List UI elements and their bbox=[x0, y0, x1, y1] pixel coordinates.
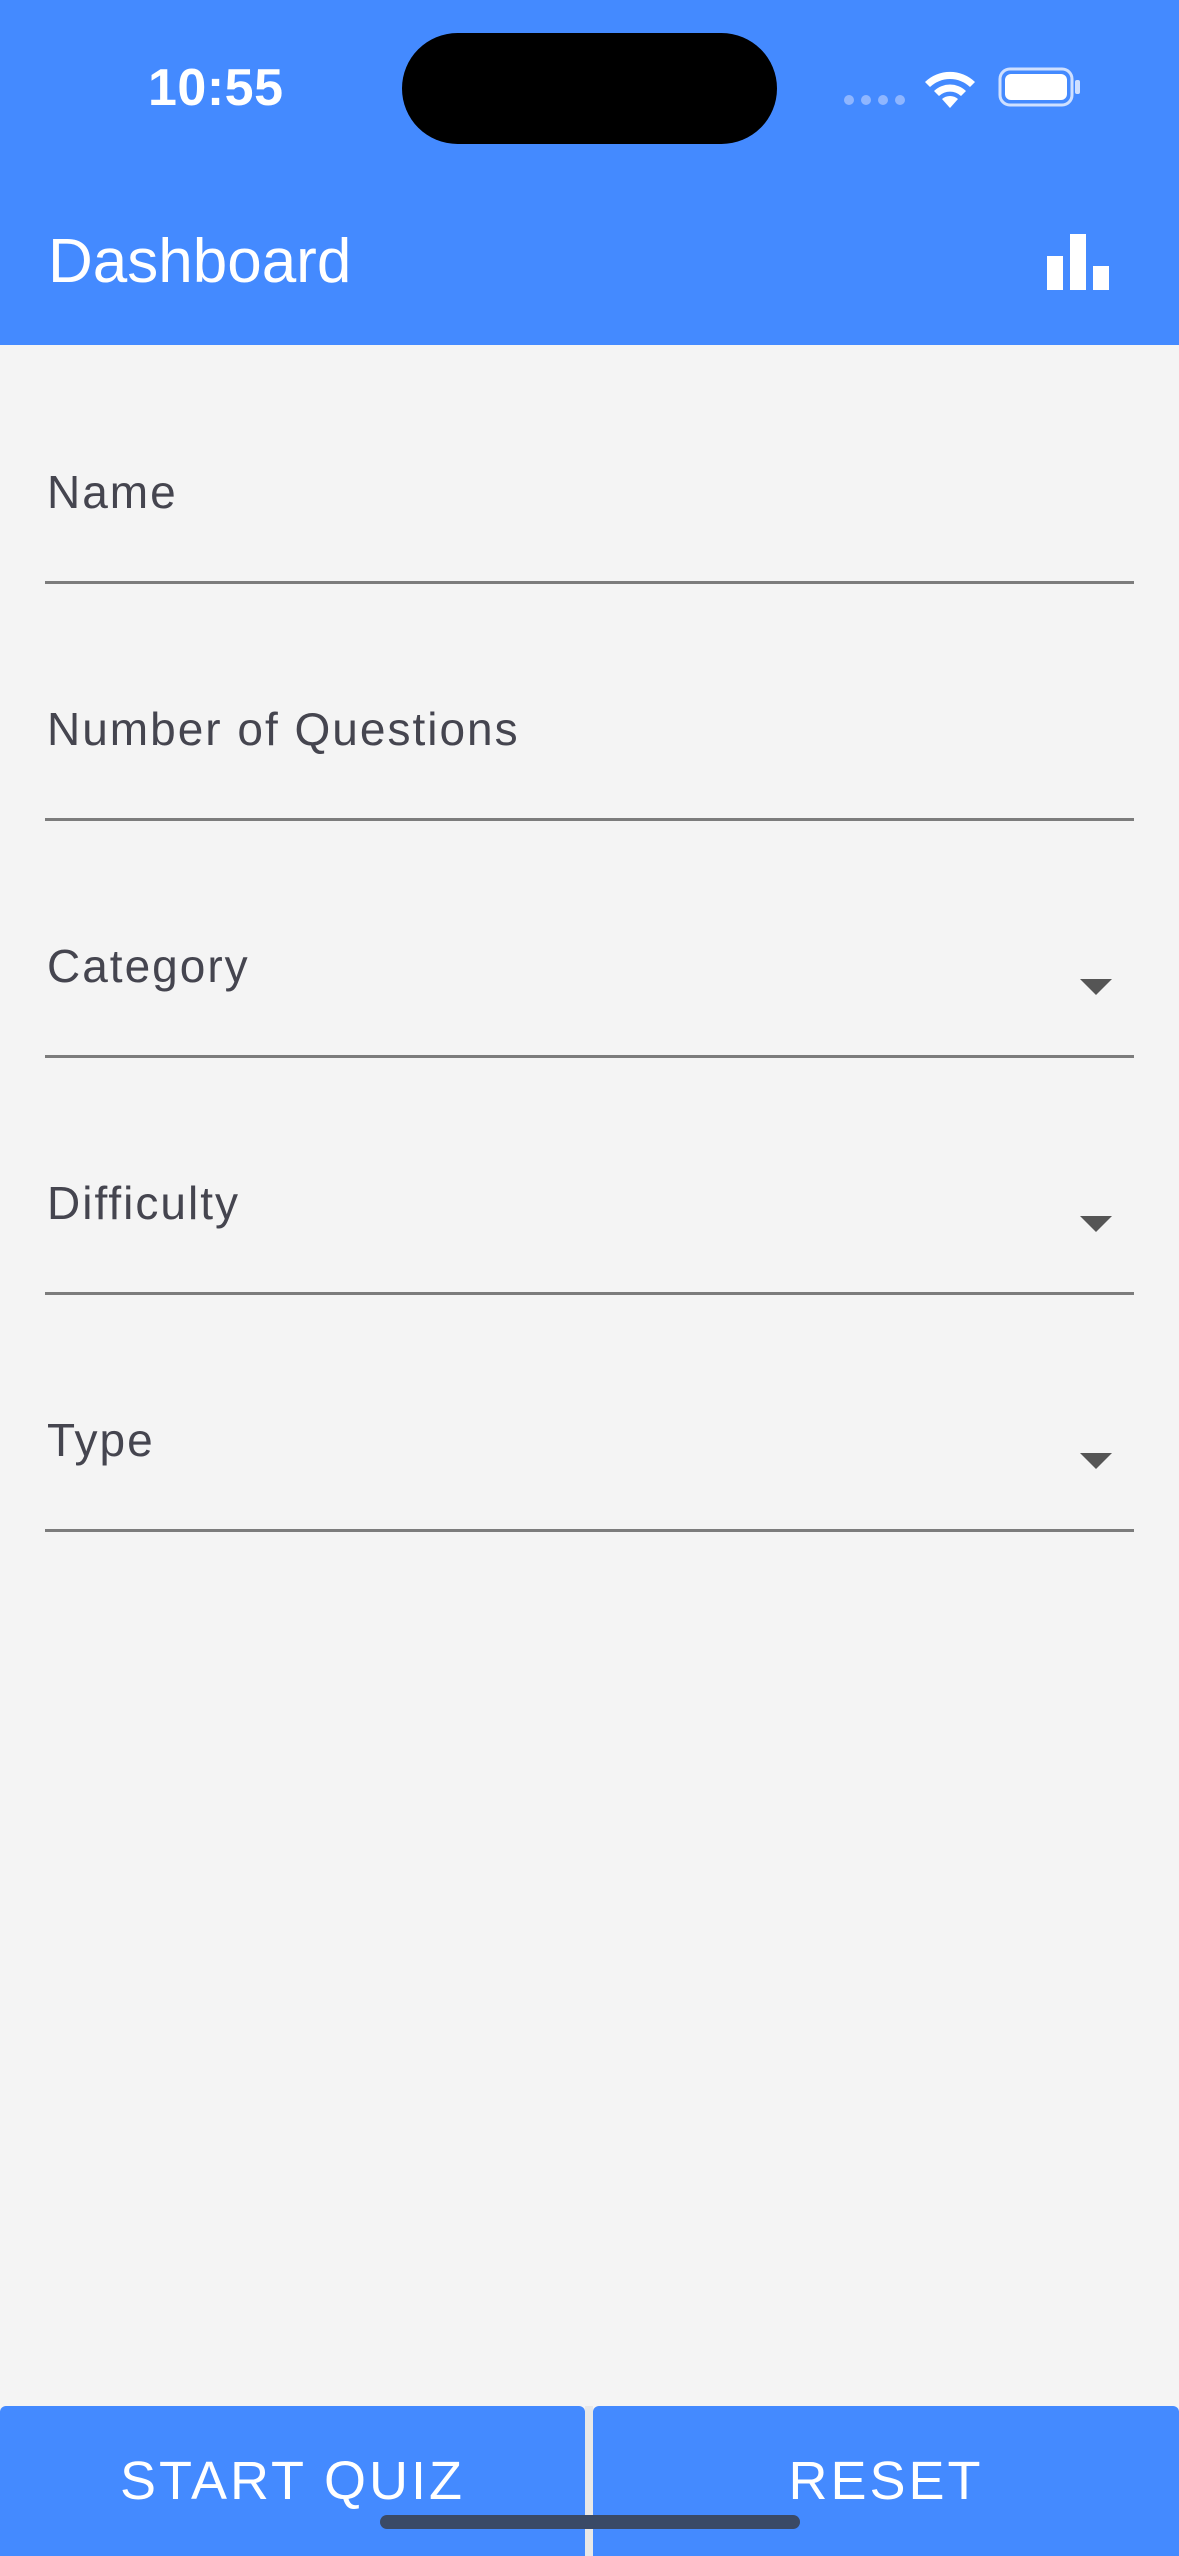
chevron-down-icon bbox=[1080, 1453, 1112, 1469]
dynamic-island bbox=[402, 33, 777, 144]
chevron-down-icon bbox=[1080, 979, 1112, 995]
button-divider bbox=[585, 2406, 593, 2556]
category-dropdown[interactable]: Category bbox=[45, 918, 1134, 1058]
difficulty-dropdown[interactable]: Difficulty bbox=[45, 1155, 1134, 1295]
home-indicator[interactable] bbox=[380, 2515, 800, 2529]
screen: 10:55 Dashboard Name Number of Questions… bbox=[0, 0, 1179, 2556]
number-of-questions-field[interactable]: Number of Questions bbox=[45, 681, 1134, 821]
wifi-icon bbox=[925, 71, 975, 108]
cellular-signal-icon bbox=[844, 95, 905, 105]
status-time: 10:55 bbox=[148, 59, 284, 117]
bar-chart-icon bbox=[1047, 234, 1109, 290]
statistics-button[interactable] bbox=[1038, 222, 1118, 302]
category-label: Category bbox=[47, 940, 250, 992]
type-label: Type bbox=[47, 1414, 155, 1466]
name-input[interactable] bbox=[45, 444, 1134, 581]
battery-icon bbox=[998, 67, 1080, 107]
difficulty-label: Difficulty bbox=[47, 1177, 240, 1229]
chevron-down-icon bbox=[1080, 1216, 1112, 1232]
number-of-questions-input[interactable] bbox=[45, 681, 1134, 818]
name-field[interactable]: Name bbox=[45, 444, 1134, 584]
bottom-button-bar: START QUIZ RESET bbox=[0, 2406, 1179, 2556]
app-header: 10:55 Dashboard bbox=[0, 0, 1179, 345]
reset-button[interactable]: RESET bbox=[593, 2406, 1179, 2556]
start-quiz-button[interactable]: START QUIZ bbox=[0, 2406, 585, 2556]
type-dropdown[interactable]: Type bbox=[45, 1392, 1134, 1532]
page-title: Dashboard bbox=[48, 227, 352, 296]
